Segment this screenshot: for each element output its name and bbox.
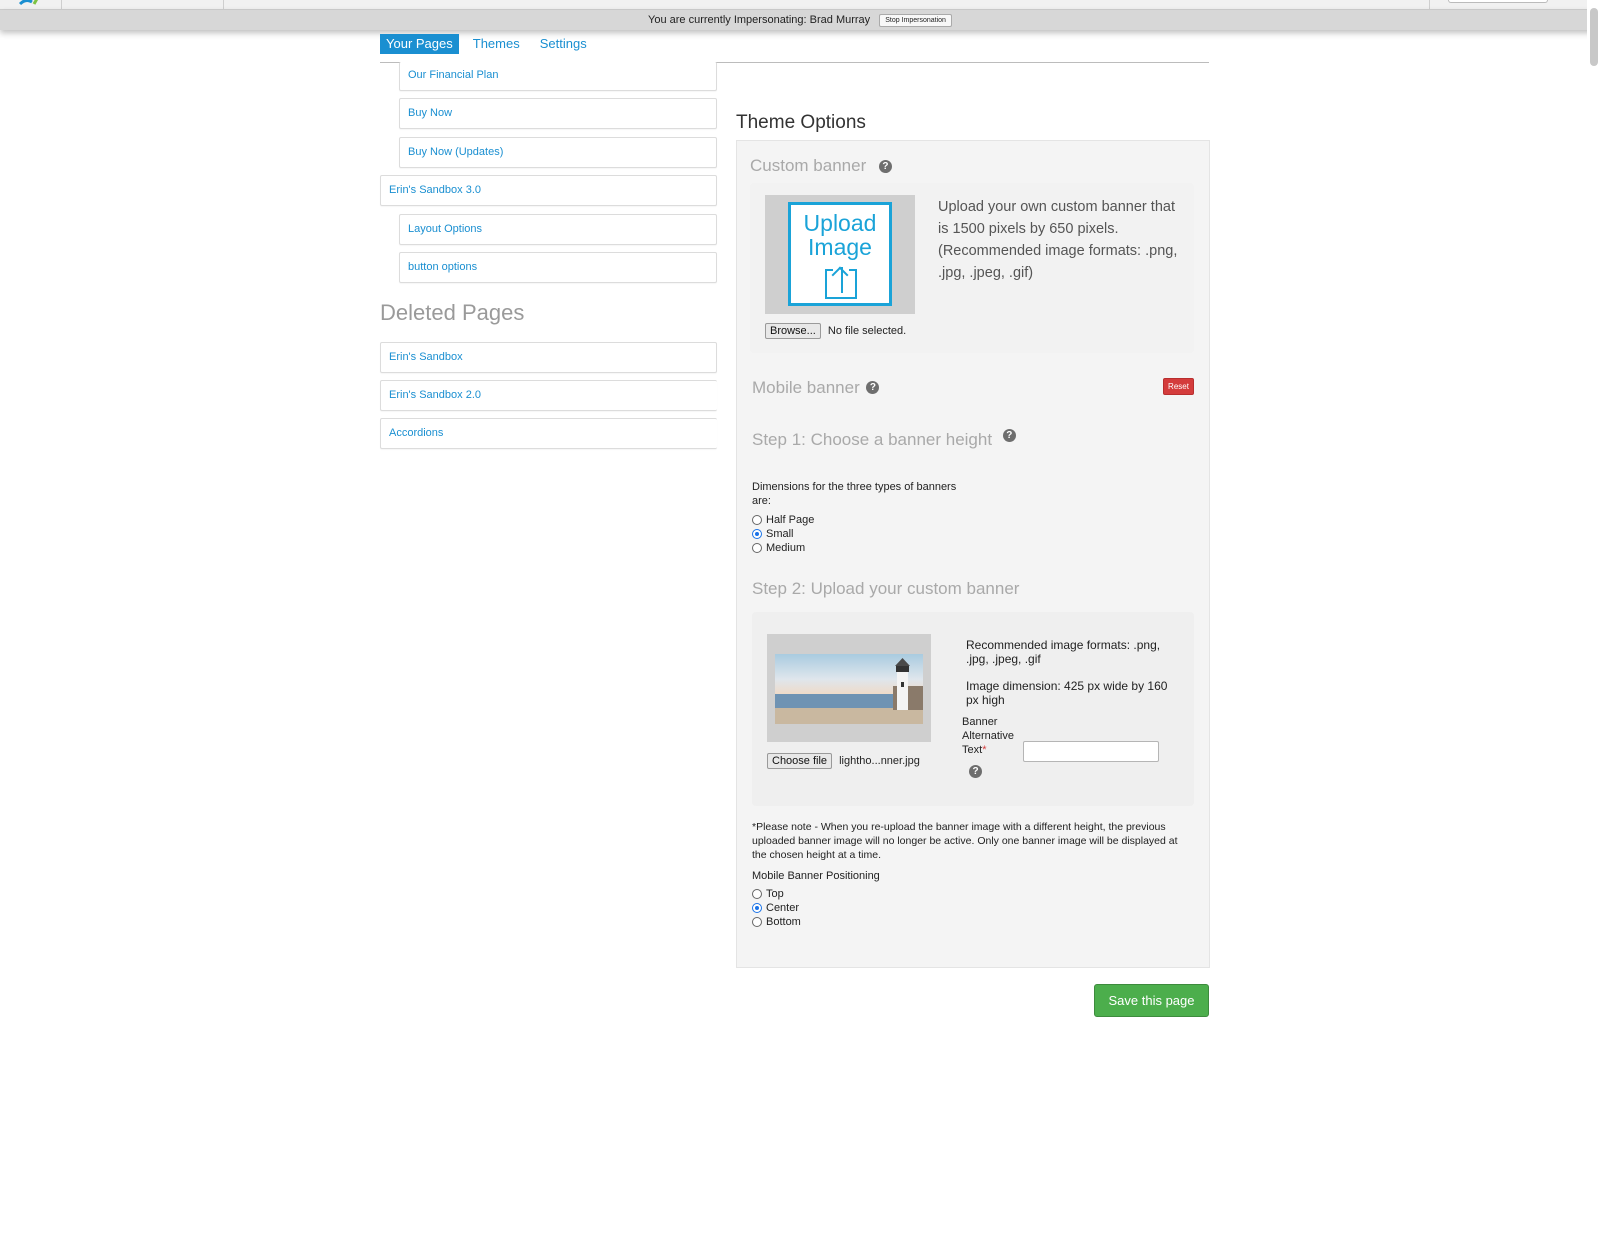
help-icon[interactable]: ? (878, 160, 892, 173)
page-item-label: Buy Now (408, 107, 453, 119)
reset-button[interactable]: Reset (1163, 378, 1194, 395)
impersonation-bar: You are currently Impersonating: Brad Mu… (0, 10, 1600, 30)
radio-small[interactable]: Small (752, 527, 794, 541)
page-item-label: Buy Now (Updates) (408, 146, 504, 158)
scrollbar[interactable] (1587, 0, 1600, 66)
step2-heading: Step 2: Upload your custom banner (752, 579, 1020, 598)
help-icon[interactable]: ? (1002, 429, 1016, 442)
deleted-page-erins-sandbox-2[interactable]: Erin's Sandbox 2.0 (380, 380, 717, 411)
required-marker: * (982, 744, 987, 756)
impersonation-text: You are currently Impersonating: Brad Mu… (648, 14, 871, 26)
help-icon[interactable]: ? (866, 381, 880, 394)
tab-settings[interactable]: Settings (534, 34, 593, 54)
upload-image-placeholder[interactable]: Upload Image (765, 195, 915, 314)
radio-button[interactable] (752, 903, 762, 913)
scrollbar-thumb[interactable] (1590, 8, 1598, 66)
page-item-label: Erin's Sandbox 2.0 (389, 389, 481, 401)
header-divider (61, 0, 62, 10)
radio-label: Half Page (766, 514, 815, 526)
reupload-note: *Please note - When you re-upload the ba… (752, 821, 1178, 861)
radio-center[interactable]: Center (752, 901, 799, 915)
image-dimension-text: Image dimension: 425 px wide by 160 px h… (966, 679, 1168, 707)
theme-options-heading: Theme Options (736, 112, 866, 133)
custom-banner-file-row: Browse... No file selected. (765, 323, 906, 339)
radio-bottom[interactable]: Bottom (752, 915, 801, 929)
radio-label: Small (766, 528, 794, 540)
page-item-label: Erin's Sandbox 3.0 (389, 184, 481, 196)
alt-text-input[interactable] (1023, 741, 1159, 762)
mobile-banner-heading: Mobile banner ? (752, 378, 880, 398)
header-search-input[interactable] (1448, 0, 1548, 3)
radio-button[interactable] (752, 917, 762, 927)
radio-label: Center (766, 902, 800, 914)
radio-button[interactable] (752, 543, 762, 553)
page-item-label: Our Financial Plan (408, 69, 499, 81)
choose-file-button[interactable]: Choose file (767, 753, 833, 769)
page-item-label: Layout Options (408, 223, 482, 235)
file-status: No file selected. (827, 325, 907, 337)
page-item-button-options[interactable]: button options (399, 252, 717, 283)
radio-top[interactable]: Top (752, 887, 784, 901)
dimensions-label: Dimensions for the three types of banner… (752, 481, 957, 507)
alt-text-label: Banner Alternative Text* (962, 715, 1022, 757)
step1-heading: Step 1: Choose a banner height ? (752, 429, 1016, 450)
radio-half-page[interactable]: Half Page (752, 513, 814, 527)
custom-banner-description: Upload your own custom banner that is 15… (938, 199, 1178, 281)
page-item-buy-now[interactable]: Buy Now (399, 98, 717, 129)
save-page-button[interactable]: Save this page (1094, 984, 1209, 1017)
page-item-label: button options (408, 261, 478, 273)
mobile-banner-title: Mobile banner (752, 378, 860, 397)
positioning-label: Mobile Banner Positioning (752, 870, 880, 882)
deleted-page-accordions[interactable]: Accordions (380, 418, 717, 449)
custom-banner-title: Custom banner (750, 156, 867, 175)
alt-text-label-text: Banner Alternative Text (962, 716, 1014, 756)
radio-label: Bottom (766, 916, 801, 928)
upload-arrow-icon (825, 266, 857, 299)
deleted-page-erins-sandbox[interactable]: Erin's Sandbox (380, 342, 717, 373)
lighthouse-image (775, 654, 923, 724)
upload-text-line2: Image (808, 234, 872, 260)
custom-banner-heading: Custom banner ? (750, 156, 892, 176)
tab-your-pages[interactable]: Your Pages (380, 34, 459, 54)
browse-button[interactable]: Browse... (765, 323, 821, 339)
page-item-our-financial-plan[interactable]: Our Financial Plan (399, 62, 717, 91)
page-item-buy-now-updates[interactable]: Buy Now (Updates) (399, 137, 717, 168)
radio-button[interactable] (752, 529, 762, 539)
mobile-banner-file-row: Choose file lightho...nner.jpg (767, 753, 920, 769)
banner-preview (767, 634, 931, 742)
radio-label: Medium (766, 542, 806, 554)
app-logo-icon[interactable] (18, 0, 48, 6)
deleted-pages-heading: Deleted Pages (380, 300, 525, 325)
image-formats-text: Recommended image formats: .png, .jpg, .… (966, 638, 1161, 666)
tab-bar: Your Pages Themes Settings (380, 34, 601, 54)
help-icon[interactable]: ? (969, 765, 982, 778)
upload-image-icon: Upload Image (788, 202, 892, 306)
page-item-erins-sandbox-3[interactable]: Erin's Sandbox 3.0 (380, 175, 717, 206)
stop-impersonation-button[interactable]: Stop Impersonation (879, 14, 952, 27)
page-item-layout-options[interactable]: Layout Options (399, 214, 717, 245)
chosen-file-name: lightho...nner.jpg (839, 755, 920, 767)
header-divider (1429, 0, 1430, 10)
radio-medium[interactable]: Medium (752, 541, 805, 555)
tab-themes[interactable]: Themes (467, 34, 526, 54)
radio-button[interactable] (752, 889, 762, 899)
radio-label: Top (766, 888, 784, 900)
step1-title: Step 1: Choose a banner height (752, 430, 993, 449)
page-item-label: Accordions (389, 427, 444, 439)
radio-button[interactable] (752, 515, 762, 525)
app-header (0, 0, 1600, 10)
page-item-label: Erin's Sandbox (389, 351, 463, 363)
header-divider (223, 0, 224, 10)
upload-text-line1: Upload (803, 210, 877, 236)
